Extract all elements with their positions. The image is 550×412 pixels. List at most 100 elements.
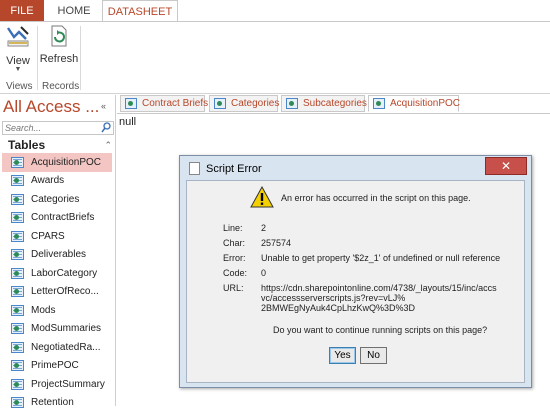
nav-item-awards[interactable]: Awards [2, 172, 112, 191]
table-icon [11, 360, 24, 371]
records-group-label: Records [42, 81, 79, 92]
error-label: Error: [223, 253, 246, 263]
nav-item-modsummaries[interactable]: ModSummaries [2, 320, 112, 339]
dialog-title-bar: Script Error [189, 162, 262, 175]
nav-item-projectsummary[interactable]: ProjectSummary [2, 375, 112, 394]
view-icon [5, 24, 31, 53]
doc-tab-label: Categories [231, 98, 279, 109]
char-label: Char: [223, 238, 245, 248]
group-separator [80, 26, 81, 90]
line-value: 2 [261, 223, 266, 234]
refresh-icon [48, 24, 70, 51]
ribbon-tab-row: FILE HOME DATASHEET [0, 0, 550, 22]
nav-item-contractbriefs[interactable]: ContractBriefs [2, 209, 112, 228]
table-icon [11, 268, 24, 279]
tab-datasheet[interactable]: DATASHEET [102, 0, 178, 22]
table-icon [214, 98, 226, 109]
table-icon [11, 157, 24, 168]
nav-item-label: ProjectSummary [31, 379, 105, 390]
dialog-close-button[interactable]: ✕ [485, 157, 527, 175]
group-separator [37, 26, 38, 90]
nav-item-label: Categories [31, 194, 79, 205]
error-value: Unable to get property '$2z_1' of undefi… [261, 253, 500, 264]
nav-item-label: Mods [31, 305, 55, 316]
nav-item-label: PrimePOC [31, 360, 79, 371]
nav-item-label: ContractBriefs [31, 212, 94, 223]
nav-item-label: Deliverables [31, 249, 86, 260]
table-icon [286, 98, 298, 109]
doc-tab-subcategories[interactable]: Subcategories [281, 95, 365, 112]
nav-item-label: Awards [31, 175, 64, 186]
table-icon [373, 98, 385, 109]
nav-item-label: LetterOfReco... [31, 286, 99, 297]
table-icon [11, 342, 24, 353]
warning-icon [250, 186, 274, 211]
page-icon [189, 162, 200, 175]
document-tabs: Contract Briefs Categories Subcategories… [117, 95, 550, 113]
table-icon [11, 212, 24, 223]
no-button[interactable]: No [360, 347, 387, 364]
table-icon [11, 249, 24, 260]
doc-tab-contract-briefs[interactable]: Contract Briefs [120, 95, 205, 112]
nav-section-tables[interactable]: Tables ⌃ [2, 137, 114, 153]
dialog-title: Script Error [206, 163, 262, 175]
table-icon [11, 323, 24, 334]
document-content-text: null [119, 116, 136, 128]
nav-item-mods[interactable]: Mods [2, 301, 112, 320]
chevron-down-icon: ▼ [15, 66, 22, 73]
url-value-line3: 2BMWEgNyAuk4CpLhzKwQ%3D%3D [261, 303, 415, 314]
nav-item-label: NegotiatedRa... [31, 342, 101, 353]
code-label: Code: [223, 268, 247, 278]
views-group-label: Views [6, 81, 33, 92]
search-icon[interactable] [101, 122, 111, 136]
refresh-label: Refresh [40, 53, 79, 65]
nav-item-label: Retention [31, 397, 74, 408]
table-icon [11, 305, 24, 316]
nav-item-laborcategory[interactable]: LaborCategory [2, 264, 112, 283]
navigation-pane: All Access ... « Tables ⌃ AcquisitionPOC… [0, 95, 116, 406]
table-icon [11, 194, 24, 205]
script-error-dialog: Script Error ✕ An error has occurred in … [179, 155, 532, 388]
tab-home[interactable]: HOME [48, 0, 100, 22]
continue-question: Do you want to continue running scripts … [273, 325, 487, 335]
error-message: An error has occurred in the script on t… [281, 193, 471, 203]
nav-search-box [2, 121, 114, 135]
nav-item-categories[interactable]: Categories [2, 190, 112, 209]
nav-item-negotiatedra[interactable]: NegotiatedRa... [2, 338, 112, 357]
ribbon: View ▼ Refresh Views Records [0, 21, 550, 94]
table-icon [11, 379, 24, 390]
collapse-icon[interactable]: ⌃ [104, 140, 112, 151]
nav-search-input[interactable] [3, 122, 97, 134]
nav-item-label: ModSummaries [31, 323, 101, 334]
nav-item-label: CPARS [31, 231, 65, 242]
table-icon [11, 231, 24, 242]
nav-pane-title[interactable]: All Access ... [3, 97, 99, 117]
nav-item-label: AcquisitionPOC [31, 157, 101, 168]
table-icon [11, 175, 24, 186]
char-value: 257574 [261, 238, 291, 249]
table-icon [125, 98, 137, 109]
shutter-bar-close-icon[interactable]: « [101, 101, 106, 111]
nav-table-list: AcquisitionPOC Awards Categories Contrac… [2, 153, 112, 412]
yes-button[interactable]: Yes [329, 347, 356, 364]
nav-item-retention[interactable]: Retention [2, 394, 112, 412]
doc-tab-acquisitionpoc[interactable]: AcquisitionPOC [368, 95, 459, 112]
nav-item-letterofreco[interactable]: LetterOfReco... [2, 283, 112, 302]
code-value: 0 [261, 268, 266, 279]
doc-tab-label: Subcategories [303, 98, 367, 109]
doc-tab-label: Contract Briefs [142, 98, 208, 109]
doc-tab-label: AcquisitionPOC [390, 98, 460, 109]
line-label: Line: [223, 223, 243, 233]
nav-item-deliverables[interactable]: Deliverables [2, 246, 112, 265]
nav-item-primepoc[interactable]: PrimePOC [2, 357, 112, 376]
nav-item-cpars[interactable]: CPARS [2, 227, 112, 246]
nav-section-label: Tables [2, 138, 45, 152]
tab-file[interactable]: FILE [0, 0, 44, 22]
doc-tab-categories[interactable]: Categories [209, 95, 278, 112]
nav-item-label: LaborCategory [31, 268, 97, 279]
nav-item-acquisitionpoc[interactable]: AcquisitionPOC [2, 153, 112, 172]
refresh-button[interactable]: Refresh [42, 24, 76, 65]
url-label: URL: [223, 283, 244, 293]
view-button[interactable]: View ▼ [4, 24, 32, 73]
table-icon [11, 397, 24, 408]
